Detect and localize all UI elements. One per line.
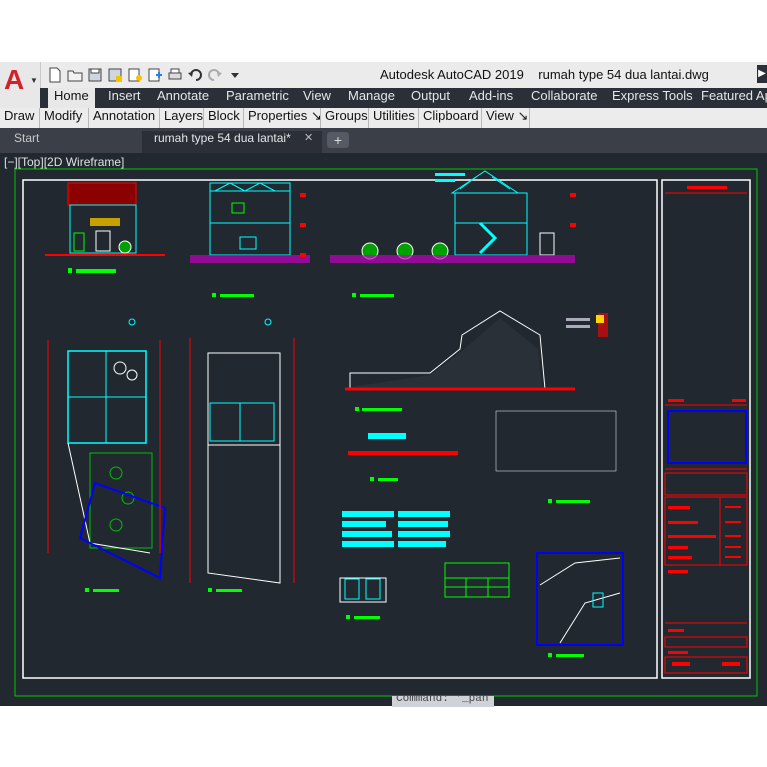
roof bbox=[67, 182, 137, 206]
title-block-text bbox=[725, 506, 741, 508]
new-tab-button[interactable]: + bbox=[327, 132, 349, 148]
foundation bbox=[330, 255, 575, 263]
panel-properties[interactable]: Properties ↘ bbox=[244, 108, 322, 128]
title-block-text bbox=[668, 570, 688, 573]
window bbox=[73, 232, 85, 252]
new-icon[interactable] bbox=[46, 66, 64, 84]
panel-draw[interactable]: Draw bbox=[0, 108, 40, 128]
tab-express-tools[interactable]: Express Tools bbox=[612, 88, 693, 108]
label-marker bbox=[68, 268, 72, 273]
balcony bbox=[90, 218, 120, 226]
title-block-text bbox=[668, 535, 716, 538]
panel-annotation[interactable]: Annotation bbox=[89, 108, 160, 128]
autocad-window: A ▼ Autodesk AutoCAD 2019 rumah type 54 … bbox=[0, 62, 767, 706]
panel-block[interactable]: Block bbox=[204, 108, 244, 128]
title-bar: A ▼ Autodesk AutoCAD 2019 rumah type 54 … bbox=[0, 62, 767, 108]
quick-access-toolbar bbox=[46, 66, 244, 84]
title-block-text bbox=[668, 506, 690, 509]
title-block-border bbox=[661, 179, 751, 679]
tab-parametric[interactable]: Parametric bbox=[226, 88, 289, 108]
cad-drawing bbox=[14, 168, 758, 697]
spec-text bbox=[342, 511, 450, 547]
stair bbox=[478, 221, 498, 255]
title-block-text bbox=[668, 629, 684, 632]
plot-icon[interactable] bbox=[166, 66, 184, 84]
panel-modify[interactable]: Modify bbox=[40, 108, 89, 128]
shrub bbox=[118, 240, 132, 254]
undo-icon[interactable] bbox=[186, 66, 204, 84]
ribbon-tabs: Home Insert Annotate Parametric View Man… bbox=[40, 88, 767, 108]
title-block-text bbox=[672, 662, 690, 666]
chevron-right-icon[interactable]: ▶ bbox=[757, 65, 767, 83]
title-block-text bbox=[668, 399, 684, 402]
save-icon[interactable] bbox=[86, 66, 104, 84]
septic-tank-detail bbox=[339, 577, 387, 619]
tab-output[interactable]: Output bbox=[411, 88, 450, 108]
open-web-icon[interactable] bbox=[126, 66, 144, 84]
tab-collaborate[interactable]: Collaborate bbox=[531, 88, 598, 108]
section-a bbox=[190, 182, 310, 297]
upper-floor-plan bbox=[189, 318, 295, 592]
tab-current-drawing[interactable]: rumah type 54 dua lantai* ✕ bbox=[142, 131, 322, 153]
tab-insert[interactable]: Insert bbox=[108, 88, 141, 108]
logo-frame bbox=[667, 410, 747, 464]
command-line-text: Command: '_pan bbox=[396, 696, 489, 705]
door bbox=[95, 230, 111, 252]
tab-annotate[interactable]: Annotate bbox=[157, 88, 209, 108]
site-plan bbox=[536, 552, 624, 657]
save-web-icon[interactable] bbox=[146, 66, 164, 84]
drawing-viewport[interactable]: [−][Top][2D Wireframe] bbox=[0, 153, 767, 706]
application-menu-button[interactable]: A ▼ bbox=[0, 62, 41, 108]
schedule-table bbox=[444, 562, 510, 598]
close-icon[interactable]: ✕ bbox=[304, 131, 313, 144]
file-tabs-bar: Start rumah type 54 dua lantai* ✕ bbox=[0, 128, 767, 153]
title-block-text bbox=[725, 556, 741, 558]
open-icon[interactable] bbox=[66, 66, 84, 84]
command-line[interactable]: Command: '_pan bbox=[392, 696, 494, 707]
window-title: Autodesk AutoCAD 2019 rumah type 54 dua … bbox=[380, 67, 709, 82]
ribbon-panel-bar: Draw Modify Annotation Layers Block Prop… bbox=[0, 108, 767, 129]
redo-icon[interactable] bbox=[206, 66, 224, 84]
tab-add-ins[interactable]: Add-ins bbox=[469, 88, 513, 108]
tab-manage[interactable]: Manage bbox=[348, 88, 395, 108]
ground-floor-plan bbox=[47, 318, 167, 592]
panel-groups[interactable]: Groups bbox=[321, 108, 369, 128]
title-block-text bbox=[668, 546, 688, 549]
section-b bbox=[330, 170, 576, 297]
tab-current-drawing-label: rumah type 54 dua lantai* bbox=[154, 131, 291, 145]
title-block-cell bbox=[664, 472, 748, 496]
tab-featured-apps[interactable]: Featured Apps bbox=[701, 88, 767, 108]
title-block-cell bbox=[664, 636, 748, 648]
side-elevation bbox=[345, 310, 575, 411]
title-block-text bbox=[725, 546, 741, 548]
title-block-text bbox=[722, 662, 740, 666]
title-block bbox=[664, 186, 748, 674]
tab-home[interactable]: Home bbox=[48, 88, 95, 108]
title-block-header bbox=[687, 186, 727, 189]
title-block-text bbox=[668, 556, 692, 559]
tab-start-label: Start bbox=[14, 131, 40, 145]
tab-view[interactable]: View bbox=[303, 88, 331, 108]
title-block-text bbox=[732, 399, 746, 402]
customize-icon[interactable] bbox=[226, 66, 244, 84]
autocad-logo-icon: A bbox=[4, 64, 25, 95]
chevron-down-icon: ▼ bbox=[30, 76, 38, 85]
panel-utilities[interactable]: Utilities bbox=[369, 108, 419, 128]
title-block-text bbox=[668, 521, 698, 524]
front-elevation bbox=[45, 182, 165, 273]
foundation bbox=[190, 255, 310, 263]
save-as-icon[interactable] bbox=[106, 66, 124, 84]
title-block-text bbox=[668, 651, 688, 654]
panel-layers[interactable]: Layers bbox=[160, 108, 204, 128]
panel-clipboard[interactable]: Clipboard bbox=[419, 108, 482, 128]
label-text bbox=[76, 269, 116, 273]
title-block-text bbox=[725, 521, 741, 523]
panel-view[interactable]: View ↘ bbox=[482, 108, 530, 128]
title-block-text bbox=[725, 535, 741, 537]
tab-start[interactable]: Start bbox=[0, 131, 140, 153]
